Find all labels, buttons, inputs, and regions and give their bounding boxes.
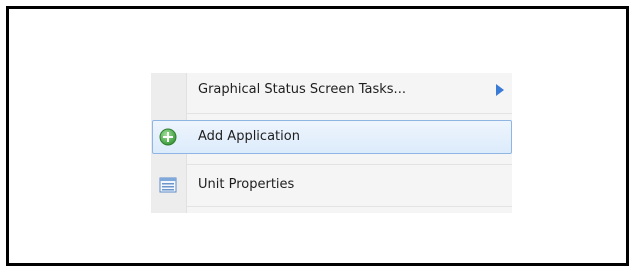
add-circle-icon bbox=[159, 128, 177, 146]
context-menu: Graphical Status Screen Tasks... Add App… bbox=[151, 73, 512, 213]
menu-separator bbox=[187, 164, 512, 165]
menu-item-graphical-status-screen-tasks[interactable]: Graphical Status Screen Tasks... bbox=[151, 73, 512, 107]
menu-separator bbox=[187, 113, 512, 114]
menu-separator bbox=[187, 206, 512, 207]
menu-item-label: Unit Properties bbox=[198, 177, 295, 192]
menu-item-unit-properties[interactable]: Unit Properties bbox=[151, 168, 512, 202]
submenu-arrow-icon bbox=[496, 84, 504, 96]
screenshot-frame: Graphical Status Screen Tasks... Add App… bbox=[6, 6, 629, 266]
menu-item-add-application[interactable]: Add Application bbox=[151, 120, 512, 154]
properties-list-icon bbox=[159, 176, 177, 194]
menu-item-label: Add Application bbox=[198, 129, 300, 144]
menu-item-label: Graphical Status Screen Tasks... bbox=[198, 82, 406, 97]
